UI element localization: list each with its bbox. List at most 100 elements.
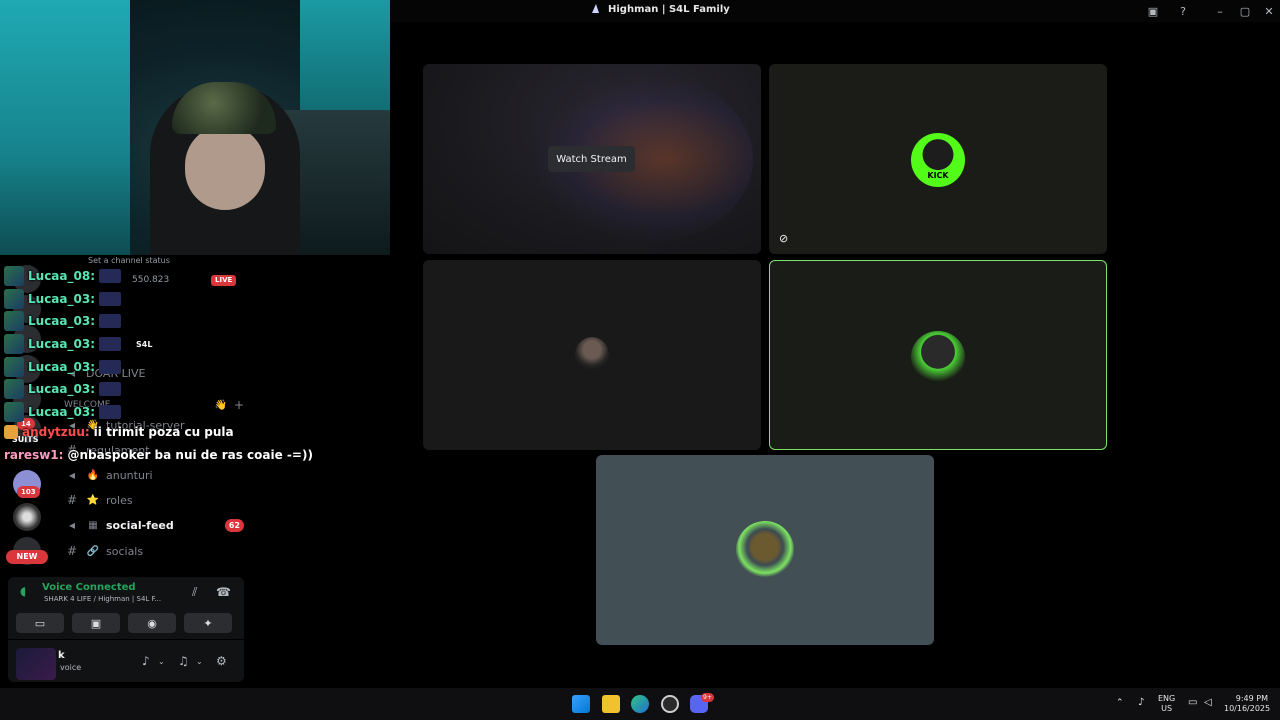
share-screen-button[interactable]: ▣	[72, 613, 120, 633]
channel-emoji: 🔗	[86, 545, 100, 557]
chat-line: Lucaa_03:	[4, 379, 121, 399]
voice-status[interactable]: Voice Connected	[42, 582, 136, 593]
channel-name: anunturi	[106, 468, 153, 482]
rail-badge-103: 103	[17, 486, 40, 498]
channel-socials[interactable]: # 🔗 socials	[64, 541, 244, 561]
chat-username: Lucaa_03:	[28, 360, 95, 374]
file-explorer-icon[interactable]	[602, 695, 620, 713]
hash-icon: #	[66, 544, 78, 558]
gear-icon[interactable]: ⚙	[216, 654, 227, 668]
watch-stream-button[interactable]: Watch Stream	[548, 146, 635, 172]
chat-username: andytzuu:	[22, 425, 90, 439]
megaphone-icon: ◂	[68, 468, 76, 482]
avatar: KICK	[911, 133, 965, 187]
deafened-icon: ⊘	[779, 232, 789, 245]
new-badge: NEW	[6, 550, 48, 564]
language-indicator[interactable]: ENG US	[1158, 694, 1175, 714]
chat-emote	[99, 382, 121, 396]
volume-icon[interactable]: ◁	[1204, 698, 1212, 708]
webcam-overlay	[0, 0, 390, 255]
channel-emoji: ⭐	[86, 494, 100, 506]
noise-suppression-icon[interactable]: ⫽	[192, 585, 197, 600]
chat-username: Lucaa_03:	[28, 292, 95, 306]
chat-line: raresw1: @nbaspoker ba nui de ras coaie …	[4, 448, 313, 462]
chevron-down-icon[interactable]: ⌄	[196, 657, 203, 666]
chat-line: andytzuu: ii trimit poza cu pula	[4, 425, 234, 439]
chat-username: Lucaa_03:	[28, 314, 95, 328]
stream-tile[interactable]: Watch Stream	[423, 64, 761, 254]
chat-emote	[99, 337, 121, 351]
chat-badge-icon	[4, 289, 24, 309]
activities-button[interactable]: ◉	[128, 613, 176, 633]
participant-tile[interactable]	[423, 260, 761, 450]
chat-emote	[99, 314, 121, 328]
participant-tile-speaking[interactable]	[769, 260, 1107, 450]
network-icon[interactable]: ▭	[1188, 698, 1197, 708]
disconnect-icon[interactable]: ☎	[216, 585, 231, 599]
participant-tile[interactable]	[596, 455, 934, 645]
title-wrap: Highman | S4L Family	[590, 3, 730, 15]
minimize-icon[interactable]: –	[1212, 3, 1228, 19]
chevron-down-icon[interactable]: ⌄	[158, 657, 165, 666]
chat-username: Lucaa_03:	[28, 405, 95, 419]
camera-toggle-button[interactable]: ▭	[16, 613, 64, 633]
soundboard-button[interactable]: ✦	[184, 613, 232, 633]
chat-username: Lucaa_08:	[28, 269, 95, 283]
chat-badge-icon	[4, 379, 24, 399]
clock-time: 9:49 PM	[1235, 694, 1268, 703]
chat-line: Lucaa_03:	[4, 334, 121, 354]
avatar[interactable]	[16, 648, 56, 680]
channel-emoji: ▦	[88, 519, 98, 531]
headphones-icon[interactable]: ♫	[178, 654, 189, 668]
window-title: Highman | S4L Family	[608, 3, 730, 15]
chat-line: Lucaa_08:	[4, 266, 121, 286]
title-bar: Highman | S4L Family ▣ ? – ▢ ✕	[390, 0, 1280, 22]
windows-start-icon[interactable]	[572, 695, 590, 713]
chat-emote	[99, 405, 121, 419]
avatar	[736, 521, 794, 579]
discord-badge: 9+	[701, 693, 714, 702]
channel-social-feed[interactable]: ◂ ▦ social-feed 62	[64, 515, 244, 535]
avatar	[911, 331, 965, 383]
channel-emoji: 🔥	[86, 469, 100, 481]
chat-badge-icon	[4, 334, 24, 354]
chevron-up-icon[interactable]: ⌃	[1116, 698, 1124, 708]
voice-location[interactable]: SHARK 4 LIFE / Highman | S4L F...	[44, 595, 161, 603]
maximize-icon[interactable]: ▢	[1237, 3, 1253, 19]
webcam-face	[185, 125, 265, 210]
inbox-icon[interactable]: ▣	[1145, 3, 1161, 19]
participant-tile-kick[interactable]: KICK ⊘	[769, 64, 1107, 254]
chat-badge-icon	[4, 266, 24, 286]
hash-icon: #	[66, 493, 78, 507]
chat-username: Lucaa_03:	[28, 382, 95, 396]
stream-chat-overlay: Lucaa_08: Lucaa_03: Lucaa_03: Lucaa_03: …	[0, 260, 313, 470]
chat-badge-icon	[4, 402, 24, 422]
chat-username: Lucaa_03:	[28, 337, 95, 351]
close-icon[interactable]: ✕	[1261, 3, 1277, 19]
kick-logo-text: KICK	[927, 171, 949, 180]
chat-username: raresw1:	[4, 448, 64, 462]
chat-message: ii trimit poza cu pula	[93, 425, 234, 439]
edge-icon[interactable]	[631, 695, 649, 713]
chat-line: Lucaa_03:	[4, 402, 121, 422]
chat-emote	[99, 360, 121, 374]
voice-connected-panel: ◖ Voice Connected SHARK 4 LIFE / Highman…	[8, 577, 244, 639]
webcam-wall	[0, 0, 130, 255]
user-name[interactable]: k	[58, 650, 65, 661]
channel-roles[interactable]: # ⭐ roles	[64, 490, 244, 510]
clock[interactable]: 9:49 PM 10/16/2025	[1224, 694, 1270, 714]
signal-icon[interactable]: ◖	[20, 584, 34, 598]
microphone-icon[interactable]: ♪	[142, 654, 150, 668]
megaphone-icon: ◂	[68, 518, 76, 532]
help-icon[interactable]: ?	[1175, 3, 1191, 19]
unread-badge: 62	[224, 518, 244, 532]
chat-line: Lucaa_03:	[4, 357, 121, 377]
chat-message: @nbaspoker ba nui de ras coaie -=))	[67, 448, 313, 462]
server-icon-star[interactable]	[13, 503, 41, 531]
chat-emote	[99, 292, 121, 306]
microphone-icon[interactable]: ♪	[1138, 698, 1144, 708]
shark-icon	[592, 4, 599, 13]
chrome-icon[interactable]	[661, 695, 679, 713]
avatar	[575, 337, 609, 373]
chat-line: Lucaa_03:	[4, 289, 121, 309]
